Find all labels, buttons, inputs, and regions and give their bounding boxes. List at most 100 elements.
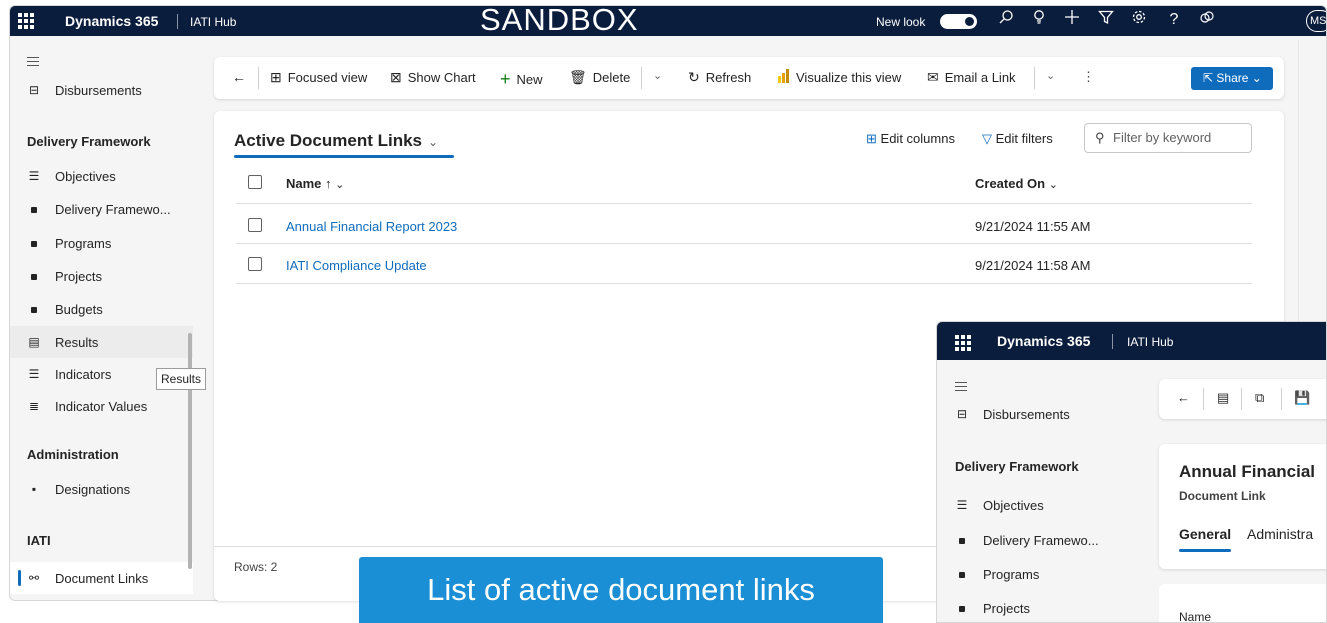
new-look-toggle[interactable] <box>940 14 977 29</box>
row-divider <box>236 283 1252 284</box>
hamburger-menu-icon[interactable] <box>27 57 39 69</box>
email-more-chevron[interactable]: ⌄ <box>1046 69 1055 82</box>
command-divider <box>1203 388 1204 410</box>
group-header-iati: IATI <box>27 533 51 548</box>
group-header-administration: Administration <box>27 447 119 462</box>
sidebar-item-results[interactable]: ▤ Results <box>10 326 193 358</box>
sidebar-item-label: Projects <box>983 600 1030 616</box>
chevron-down-icon: ⌄ <box>1048 179 1058 191</box>
select-all-checkbox[interactable] <box>248 175 262 189</box>
table-row-name-link[interactable]: IATI Compliance Update <box>286 258 427 273</box>
sidebar-item-objectives[interactable]: ☰ Objectives <box>10 160 193 192</box>
sidebar-item-budgets[interactable]: Budgets <box>10 293 193 325</box>
document-icon: ⊟ <box>28 83 40 97</box>
sidebar-item-disbursements[interactable]: ⊟ Disbursements <box>10 74 193 106</box>
table-row-name-link[interactable]: Annual Financial Report 2023 <box>286 219 457 234</box>
stack-icon: ☰ <box>28 367 40 381</box>
refresh-button[interactable]: ↻ Refresh <box>688 69 751 86</box>
user-avatar[interactable]: MS <box>1306 10 1326 32</box>
sidebar-item-indicator-values[interactable]: ≣ Indicator Values <box>10 390 193 422</box>
refresh-label: Refresh <box>705 70 752 85</box>
copilot-icon[interactable] <box>1196 9 1218 31</box>
help-icon[interactable]: ? <box>1163 9 1185 31</box>
command-divider <box>258 67 259 89</box>
new-button[interactable]: + New <box>500 69 543 90</box>
columns-icon: ⊞ <box>866 131 877 146</box>
sidebar-item-label: Programs <box>55 235 112 251</box>
email-link-label: Email a Link <box>944 70 1016 85</box>
view-selector[interactable]: Active Document Links ⌄ <box>234 131 438 151</box>
share-button[interactable]: ⇱ Share ⌄ <box>1191 67 1273 90</box>
sidebar-item-programs[interactable]: Programs <box>10 227 193 259</box>
search-icon[interactable] <box>995 9 1017 31</box>
sidebar-item-document-links[interactable]: ⚯ Document Links <box>10 562 193 594</box>
more-commands-button[interactable]: ⋮ <box>1082 69 1095 85</box>
sidebar-item-designations[interactable]: ▪ Designations <box>10 473 193 505</box>
app-name[interactable]: IATI Hub <box>190 15 236 29</box>
back-button[interactable]: ← <box>1177 390 1190 405</box>
hamburger-menu-icon[interactable] <box>955 382 967 394</box>
edit-filters-button[interactable]: ▽ Edit filters <box>982 131 1053 147</box>
brand-title[interactable]: Dynamics 365 <box>65 13 158 29</box>
record-header: Annual Financial Document Link General A… <box>1159 444 1326 569</box>
chevron-down-icon: ⌄ <box>653 70 663 82</box>
form-view-button[interactable]: ▤ <box>1217 390 1229 406</box>
focused-view-button[interactable]: ⊞ Focused view <box>270 69 367 86</box>
tag-icon: ▪ <box>31 482 37 496</box>
tab-general[interactable]: General <box>1179 526 1231 542</box>
chevron-down-icon: ⌄ <box>335 179 345 191</box>
tab-administration[interactable]: Administra <box>1247 526 1313 542</box>
email-link-button[interactable]: ✉ Email a Link <box>927 69 1016 86</box>
sidebar-item-label: Indicator Values <box>55 398 148 414</box>
square-icon <box>27 202 41 216</box>
delete-more-chevron[interactable]: ⌄ <box>653 69 662 82</box>
brand-title[interactable]: Dynamics 365 <box>997 333 1090 349</box>
back-arrow-icon: ← <box>1177 390 1190 405</box>
app-launcher-icon[interactable] <box>18 13 36 29</box>
app-launcher-icon[interactable] <box>955 335 973 351</box>
sidebar-item-delivery-framework[interactable]: Delivery Framewo... <box>937 524 1139 556</box>
square-icon <box>27 302 41 316</box>
link-icon: ⚯ <box>28 571 40 585</box>
sidebar-item-label: Delivery Framewo... <box>55 201 171 217</box>
plus-icon[interactable] <box>1061 9 1083 31</box>
chevron-down-icon: ⌄ <box>428 135 439 149</box>
save-button[interactable]: 💾 <box>1294 390 1310 406</box>
sidebar: ⊟ Disbursements Delivery Framework ☰ Obj… <box>10 36 193 600</box>
gear-icon[interactable] <box>1128 9 1150 31</box>
lightbulb-icon[interactable] <box>1028 9 1050 31</box>
row-checkbox[interactable] <box>248 218 262 232</box>
delete-button[interactable]: 🗑 Delete <box>569 69 630 86</box>
column-header-name[interactable]: Name ↑ ⌄ <box>286 176 344 191</box>
square-icon <box>27 236 41 250</box>
sidebar-item-label: Delivery Framewo... <box>983 532 1099 548</box>
sidebar: ⊟ Disbursements Delivery Framework ☰ Obj… <box>937 360 1139 622</box>
filter-icon[interactable] <box>1095 9 1117 31</box>
sidebar-item-projects[interactable]: Projects <box>10 260 193 292</box>
edit-columns-button[interactable]: ⊞ Edit columns <box>866 131 955 147</box>
top-navigation-bar: Dynamics 365 IATI Hub SANDBOX New look ?… <box>10 6 1326 37</box>
back-button[interactable]: ← <box>232 69 252 85</box>
sidebar-item-objectives[interactable]: ☰ Objectives <box>937 489 1139 521</box>
open-new-window-button[interactable]: ⧉ <box>1255 390 1264 406</box>
sidebar-item-label: Disbursements <box>55 82 142 98</box>
share-icon: ⇱ <box>1203 71 1217 85</box>
sidebar-item-disbursements[interactable]: ⊟ Disbursements <box>937 398 1139 430</box>
column-header-label: Name ↑ <box>286 176 332 191</box>
app-name[interactable]: IATI Hub <box>1127 335 1173 349</box>
filter-keyword-input[interactable]: ⚲ Filter by keyword <box>1084 123 1252 153</box>
column-header-created-on[interactable]: Created On ⌄ <box>975 176 1058 191</box>
record-title: Annual Financial <box>1179 462 1316 481</box>
sidebar-item-delivery-framework[interactable]: Delivery Framewo... <box>10 193 193 225</box>
square-icon <box>955 601 969 615</box>
sidebar-item-projects[interactable]: Projects <box>937 592 1139 622</box>
show-chart-button[interactable]: ⊠ Show Chart <box>390 69 476 86</box>
sidebar-item-label: Projects <box>55 268 102 284</box>
row-checkbox[interactable] <box>248 257 262 271</box>
sidebar-item-programs[interactable]: Programs <box>937 558 1139 590</box>
visualize-button[interactable]: Visualize this view <box>778 69 901 86</box>
focused-view-icon: ⊞ <box>270 69 282 85</box>
record-entity-type: Document Link <box>1179 489 1266 503</box>
sidebar-item-label: Objectives <box>983 497 1044 513</box>
chevron-down-icon: ⌄ <box>1046 70 1056 82</box>
